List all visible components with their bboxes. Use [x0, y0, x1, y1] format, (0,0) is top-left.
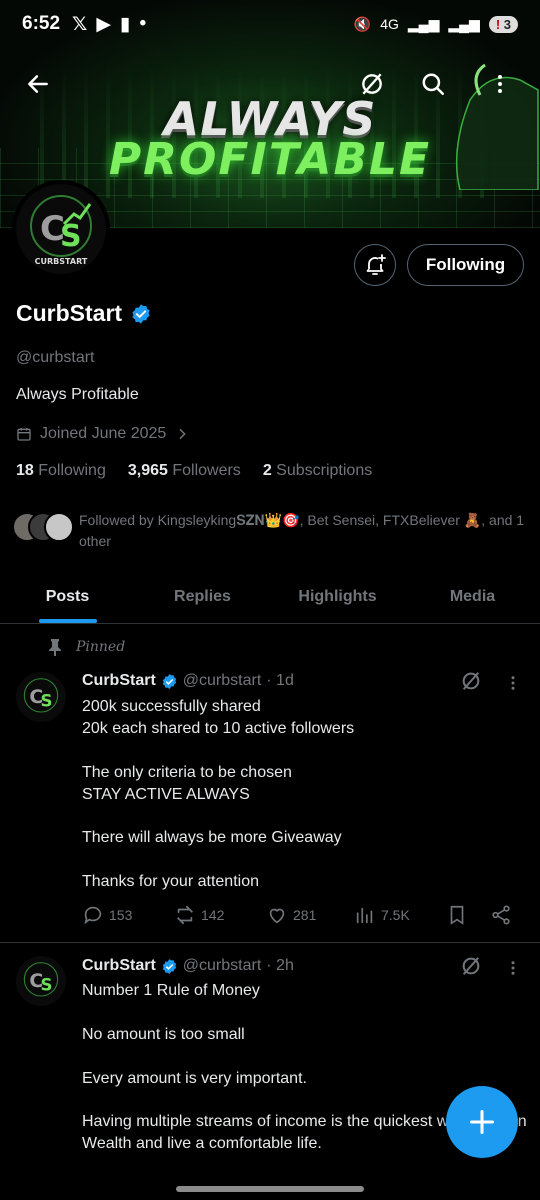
grok-post-button[interactable]	[458, 668, 484, 694]
joined-date: Joined June 2025	[40, 425, 167, 442]
profile-handle: @curbstart	[16, 349, 95, 366]
calendar-icon	[17, 428, 31, 441]
profile-name-row: CurbStart	[16, 300, 152, 327]
dot-icon: •	[139, 13, 147, 34]
plus-icon	[469, 1109, 495, 1135]
heart-icon	[269, 908, 285, 924]
svg-text:S: S	[40, 975, 52, 994]
notification-app-icon: ▶	[96, 13, 111, 35]
display-name: CurbStart	[16, 300, 123, 326]
bell-plus-icon	[366, 254, 386, 275]
grok-icon	[462, 672, 480, 690]
following-button[interactable]: Following	[407, 244, 524, 286]
gesture-home-bar[interactable]	[176, 1186, 364, 1192]
verified-badge-icon	[162, 673, 176, 689]
tab-replies[interactable]: Replies	[135, 570, 270, 623]
battery-saver-icon: ▮	[119, 13, 131, 35]
back-arrow-icon	[28, 75, 48, 93]
post-timestamp: · 2h	[266, 957, 294, 974]
curbstart-logo: C S CURBSTART	[16, 184, 106, 274]
post-timestamp: · 1d	[266, 672, 294, 689]
views-chart-icon	[356, 907, 373, 924]
svg-text:CURBSTART: CURBSTART	[35, 257, 88, 266]
post-more-button[interactable]	[502, 957, 524, 979]
post-author-name[interactable]: CurbStart	[82, 957, 156, 975]
verified-badge-icon	[162, 958, 176, 974]
reply-icon	[84, 906, 102, 925]
grok-button[interactable]	[350, 62, 394, 106]
like-button[interactable]: 281	[266, 904, 316, 926]
followed-by-text: Followed by Kingsleyking𝐒𝐙𝐍👑🎯, Bet Sense…	[79, 512, 525, 549]
grok-icon	[362, 73, 382, 95]
more-vertical-icon	[511, 676, 515, 690]
bookmark-icon	[450, 905, 464, 925]
signal-icon: ▂▄▆	[407, 15, 440, 32]
compose-post-button[interactable]	[446, 1086, 518, 1158]
post-header: CurbStart @curbstart · 2h	[82, 957, 294, 975]
active-tab-indicator	[38, 619, 97, 623]
share-button[interactable]	[490, 904, 512, 926]
repost-icon	[177, 905, 193, 925]
bookmark-button[interactable]	[446, 904, 468, 926]
more-options-button[interactable]	[478, 62, 522, 106]
following-stat[interactable]: 18 Following	[16, 462, 106, 480]
curbstart-logo-small: C S	[16, 672, 66, 722]
more-vertical-icon	[498, 75, 502, 93]
svg-text:S: S	[40, 691, 52, 710]
post-author-handle: @curbstart	[182, 672, 262, 689]
search-icon	[422, 73, 444, 95]
x-app-icon: 𝕏	[72, 13, 88, 35]
search-button[interactable]	[411, 62, 455, 106]
chevron-right-icon[interactable]	[174, 426, 190, 442]
post-avatar[interactable]: C S	[16, 956, 66, 1006]
banner-title-line2: PROFITABLE	[108, 134, 432, 185]
curbstart-logo-small: C S	[16, 956, 66, 1006]
profile-stats: 18 Following 3,965 Followers 2 Subscript…	[16, 462, 372, 480]
post-text: 200k successfully shared 20k each shared…	[82, 698, 355, 891]
pin-icon	[49, 639, 61, 656]
tab-media[interactable]: Media	[405, 570, 540, 623]
grok-post-button[interactable]	[458, 953, 484, 979]
more-vertical-icon	[511, 961, 515, 975]
tab-highlights[interactable]: Highlights	[270, 570, 405, 623]
subscriptions-stat[interactable]: 2 Subscriptions	[263, 462, 372, 480]
followers-stat[interactable]: 3,965 Followers	[128, 462, 241, 480]
signal-icon-2: ▂▄▆	[448, 15, 480, 32]
network-type: 4G	[380, 16, 399, 32]
battery-icon: ! 3	[488, 15, 518, 33]
verified-badge-icon[interactable]	[130, 303, 152, 325]
status-time: 6:52	[22, 13, 61, 34]
profile-bio: Always Profitable	[16, 386, 139, 403]
top-nav	[0, 62, 540, 108]
pinned-label: Pinned	[76, 639, 126, 655]
views-button[interactable]: 7.5K	[354, 904, 410, 926]
followed-by-row[interactable]: Followed by Kingsleyking𝐒𝐙𝐍👑🎯, Bet Sense…	[12, 508, 532, 556]
status-bar: 6:52 𝕏 ▶ ▮ • 🔇 4G ▂▄▆ ▂▄▆ ! 3	[0, 0, 540, 48]
share-icon	[492, 905, 510, 925]
post-header: CurbStart @curbstart · 1d	[82, 672, 294, 690]
tab-posts[interactable]: Posts	[0, 570, 135, 623]
profile-avatar[interactable]: C S CURBSTART	[12, 180, 110, 278]
back-button[interactable]	[16, 62, 60, 106]
profile-tabs: Posts Replies Highlights Media	[0, 570, 540, 624]
post-author-name[interactable]: CurbStart	[82, 672, 156, 690]
mute-icon: 🔇	[353, 15, 372, 32]
post-avatar[interactable]: C S	[16, 672, 66, 722]
pinned-label-row: Pinned	[48, 638, 125, 656]
post-divider	[0, 942, 540, 943]
joined-date-row: Joined June 2025	[16, 425, 190, 443]
post-actions: 153 142 281 7.5K	[82, 904, 522, 928]
repost-button[interactable]: 142	[174, 904, 224, 926]
grok-icon	[462, 957, 480, 975]
notifications-button[interactable]	[354, 244, 396, 286]
post-more-button[interactable]	[502, 672, 524, 694]
reply-button[interactable]: 153	[82, 904, 132, 926]
post-author-handle: @curbstart	[182, 957, 262, 974]
follower-avatar-3	[44, 512, 74, 542]
svg-text:S: S	[60, 219, 82, 254]
